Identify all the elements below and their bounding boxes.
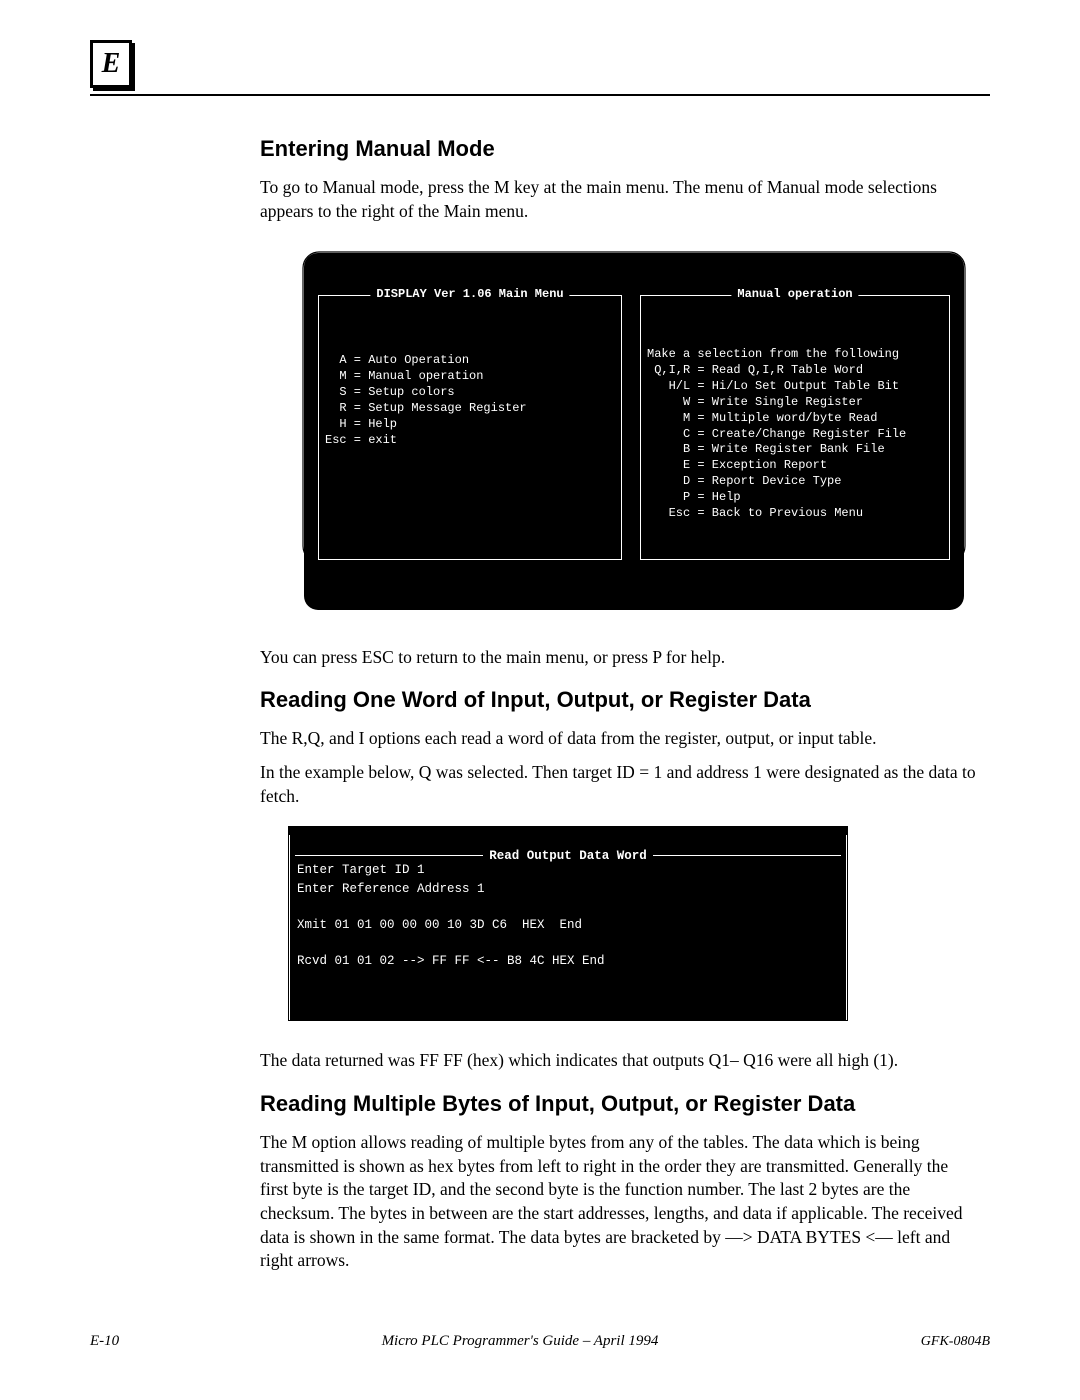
page-number: E-10 xyxy=(90,1333,119,1350)
main-menu-title: DISPLAY Ver 1.06 Main Menu xyxy=(370,287,569,303)
header-rule xyxy=(90,94,990,96)
term2-title: Read Output Data Word xyxy=(483,849,653,863)
body-text: You can press ESC to return to the main … xyxy=(260,646,980,670)
body-text: The M option allows reading of multiple … xyxy=(260,1131,980,1273)
page-footer: E-10 Micro PLC Programmer's Guide – Apri… xyxy=(90,1333,990,1350)
body-text: The R,Q, and I options each read a word … xyxy=(260,727,980,751)
manual-op-panel: Manual operation Make a selection from t… xyxy=(640,295,950,560)
section-heading-3: Reading Multiple Bytes of Input, Output,… xyxy=(260,1091,980,1117)
doc-number: GFK-0804B xyxy=(921,1334,990,1350)
main-menu-items: A = Auto Operation M = Manual operation … xyxy=(325,347,615,448)
terminal-screen: DISPLAY Ver 1.06 Main Menu A = Auto Oper… xyxy=(304,253,964,610)
appendix-letter-box: E xyxy=(90,40,132,88)
appendix-letter: E xyxy=(102,48,121,80)
content-column: Entering Manual Mode To go to Manual mod… xyxy=(260,136,980,1273)
main-menu-panel: DISPLAY Ver 1.06 Main Menu A = Auto Oper… xyxy=(318,295,622,560)
guide-title: Micro PLC Programmer's Guide – April 199… xyxy=(382,1333,659,1350)
terminal-screenshot-2: Read Output Data WordEnter Target ID 1 E… xyxy=(288,826,848,1021)
manual-op-title: Manual operation xyxy=(731,287,858,303)
body-text: In the example below, Q was selected. Th… xyxy=(260,761,980,808)
section-heading-1: Entering Manual Mode xyxy=(260,136,980,162)
page: E Entering Manual Mode To go to Manual m… xyxy=(0,0,1080,1400)
term2-body: Enter Target ID 1 Enter Reference Addres… xyxy=(295,861,841,970)
section-heading-2: Reading One Word of Input, Output, or Re… xyxy=(260,687,980,713)
body-text: The data returned was FF FF (hex) which … xyxy=(260,1049,980,1073)
body-text: To go to Manual mode, press the M key at… xyxy=(260,176,980,223)
terminal-screenshot-1: DISPLAY Ver 1.06 Main Menu A = Auto Oper… xyxy=(288,243,980,620)
manual-op-items: Make a selection from the following Q,I,… xyxy=(647,347,943,521)
terminal-screen-2: Read Output Data WordEnter Target ID 1 E… xyxy=(288,826,848,1021)
